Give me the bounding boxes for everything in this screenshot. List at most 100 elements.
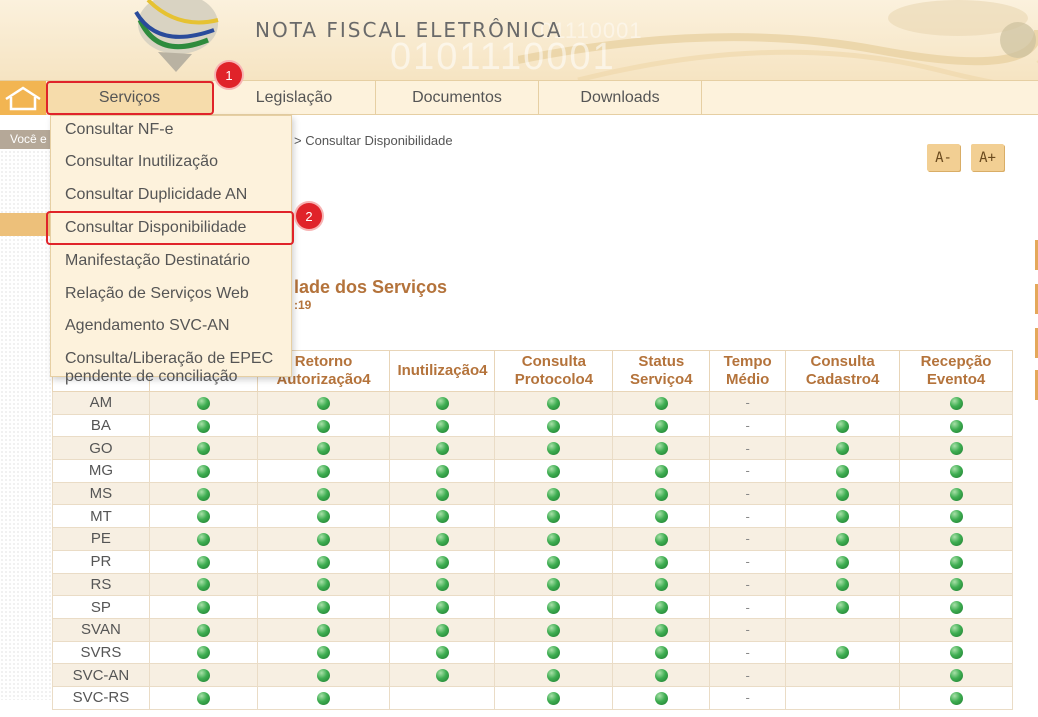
status-cell	[494, 459, 614, 483]
status-cell	[612, 572, 711, 597]
status-cell: -	[709, 617, 787, 642]
status-online-icon	[547, 464, 561, 478]
status-online-icon	[547, 533, 561, 546]
status-cell	[899, 640, 1013, 665]
status-cell: -	[709, 549, 787, 574]
table-row: PE -	[52, 527, 1013, 551]
table-body: AM - BA - GO - MG - MS - MT - PE - PR - RS - SP - SVAN - SVRS -…	[52, 391, 1013, 710]
status-online-icon	[317, 487, 331, 501]
page-subtitle: :19	[294, 298, 312, 312]
table-row: AM -	[52, 391, 1013, 415]
status-online-icon	[435, 487, 449, 501]
status-cell	[612, 413, 711, 438]
column-header: Tempo Médio	[709, 350, 787, 392]
status-cell	[494, 663, 614, 687]
status-cell	[148, 436, 258, 461]
status-cell	[256, 572, 391, 597]
nav-downloads[interactable]: Downloads	[539, 81, 702, 115]
column-header: Consulta Cadastro4	[785, 350, 901, 392]
status-online-icon	[654, 533, 668, 546]
table-row: MS -	[52, 481, 1013, 506]
status-online-icon	[654, 442, 668, 456]
status-cell	[494, 572, 614, 597]
uf-cell: MT	[52, 504, 150, 529]
status-cell	[785, 459, 901, 483]
status-cell	[148, 459, 258, 483]
status-cell	[612, 617, 711, 642]
status-online-icon	[836, 419, 850, 433]
status-cell	[389, 527, 496, 551]
status-online-icon	[317, 691, 331, 705]
status-cell	[148, 481, 258, 506]
status-online-icon	[836, 555, 850, 569]
table-row: SP -	[52, 595, 1013, 619]
status-cell	[785, 572, 901, 597]
status-online-icon	[836, 510, 850, 524]
status-cell	[785, 640, 901, 665]
status-online-icon	[949, 601, 963, 615]
menu-item-consulta-liberacao-epec[interactable]: Consulta/Liberação de EPEC pendente de c…	[65, 350, 290, 386]
font-increase-button[interactable]: A+	[971, 144, 1004, 171]
status-cell	[494, 549, 614, 574]
status-online-icon	[435, 555, 449, 569]
home-button[interactable]	[0, 81, 46, 115]
empty-value: -	[745, 667, 750, 683]
status-online-icon	[547, 442, 561, 456]
status-cell	[612, 391, 711, 415]
empty-value: -	[745, 599, 750, 615]
empty-value: -	[745, 418, 750, 434]
status-online-icon	[317, 601, 331, 615]
status-online-icon	[654, 510, 668, 524]
font-decrease-button[interactable]: A-	[927, 144, 960, 171]
status-cell	[612, 595, 711, 619]
status-online-icon	[196, 396, 210, 410]
table-row: MG -	[52, 459, 1013, 483]
status-cell	[785, 549, 901, 574]
status-cell	[612, 663, 711, 687]
nav-label: Downloads	[580, 89, 660, 106]
table-row: BA -	[52, 413, 1013, 438]
menu-item-consultar-nfe[interactable]: Consultar NF-e	[65, 121, 173, 139]
status-cell	[389, 595, 496, 619]
status-cell: -	[709, 572, 787, 597]
status-online-icon	[435, 623, 449, 637]
status-cell	[256, 663, 391, 687]
status-cell	[256, 617, 391, 642]
status-cell	[148, 391, 258, 415]
status-cell	[256, 436, 391, 461]
menu-item-consultar-inutilizacao[interactable]: Consultar Inutilização	[65, 153, 218, 171]
status-online-icon	[435, 510, 449, 524]
status-cell	[256, 527, 391, 551]
header-binary-decoration: 0101110001	[390, 36, 616, 78]
status-cell	[899, 481, 1013, 506]
status-online-icon	[547, 555, 561, 569]
status-online-icon	[949, 419, 963, 433]
empty-value: -	[745, 508, 750, 524]
status-online-icon	[949, 555, 963, 569]
empty-value: -	[745, 644, 750, 660]
status-cell	[899, 527, 1013, 551]
uf-cell: SP	[52, 595, 150, 619]
status-cell	[612, 527, 711, 551]
menu-item-relacao-servicos-web[interactable]: Relação de Serviços Web	[65, 285, 249, 303]
uf-cell: RS	[52, 572, 150, 597]
status-cell	[785, 527, 901, 551]
status-cell	[256, 413, 391, 438]
nav-legislacao[interactable]: Legislação	[213, 81, 376, 115]
menu-item-agendamento-svc-an[interactable]: Agendamento SVC-AN	[65, 317, 230, 335]
status-cell	[785, 391, 901, 415]
status-cell	[899, 391, 1013, 415]
nav-documentos[interactable]: Documentos	[376, 81, 539, 115]
status-online-icon	[547, 691, 561, 705]
status-online-icon	[949, 646, 963, 660]
status-online-icon	[317, 419, 331, 433]
table-row: SVAN -	[52, 617, 1013, 642]
step-1-badge: 1	[216, 62, 242, 88]
status-online-icon	[196, 510, 210, 524]
status-cell	[494, 527, 614, 551]
status-online-icon	[196, 646, 210, 660]
table-row: SVC-AN -	[52, 663, 1013, 687]
empty-value: -	[745, 576, 750, 592]
menu-item-manifestacao-destinatario[interactable]: Manifestação Destinatário	[65, 252, 250, 270]
menu-item-consultar-duplicidade[interactable]: Consultar Duplicidade AN	[65, 186, 247, 204]
